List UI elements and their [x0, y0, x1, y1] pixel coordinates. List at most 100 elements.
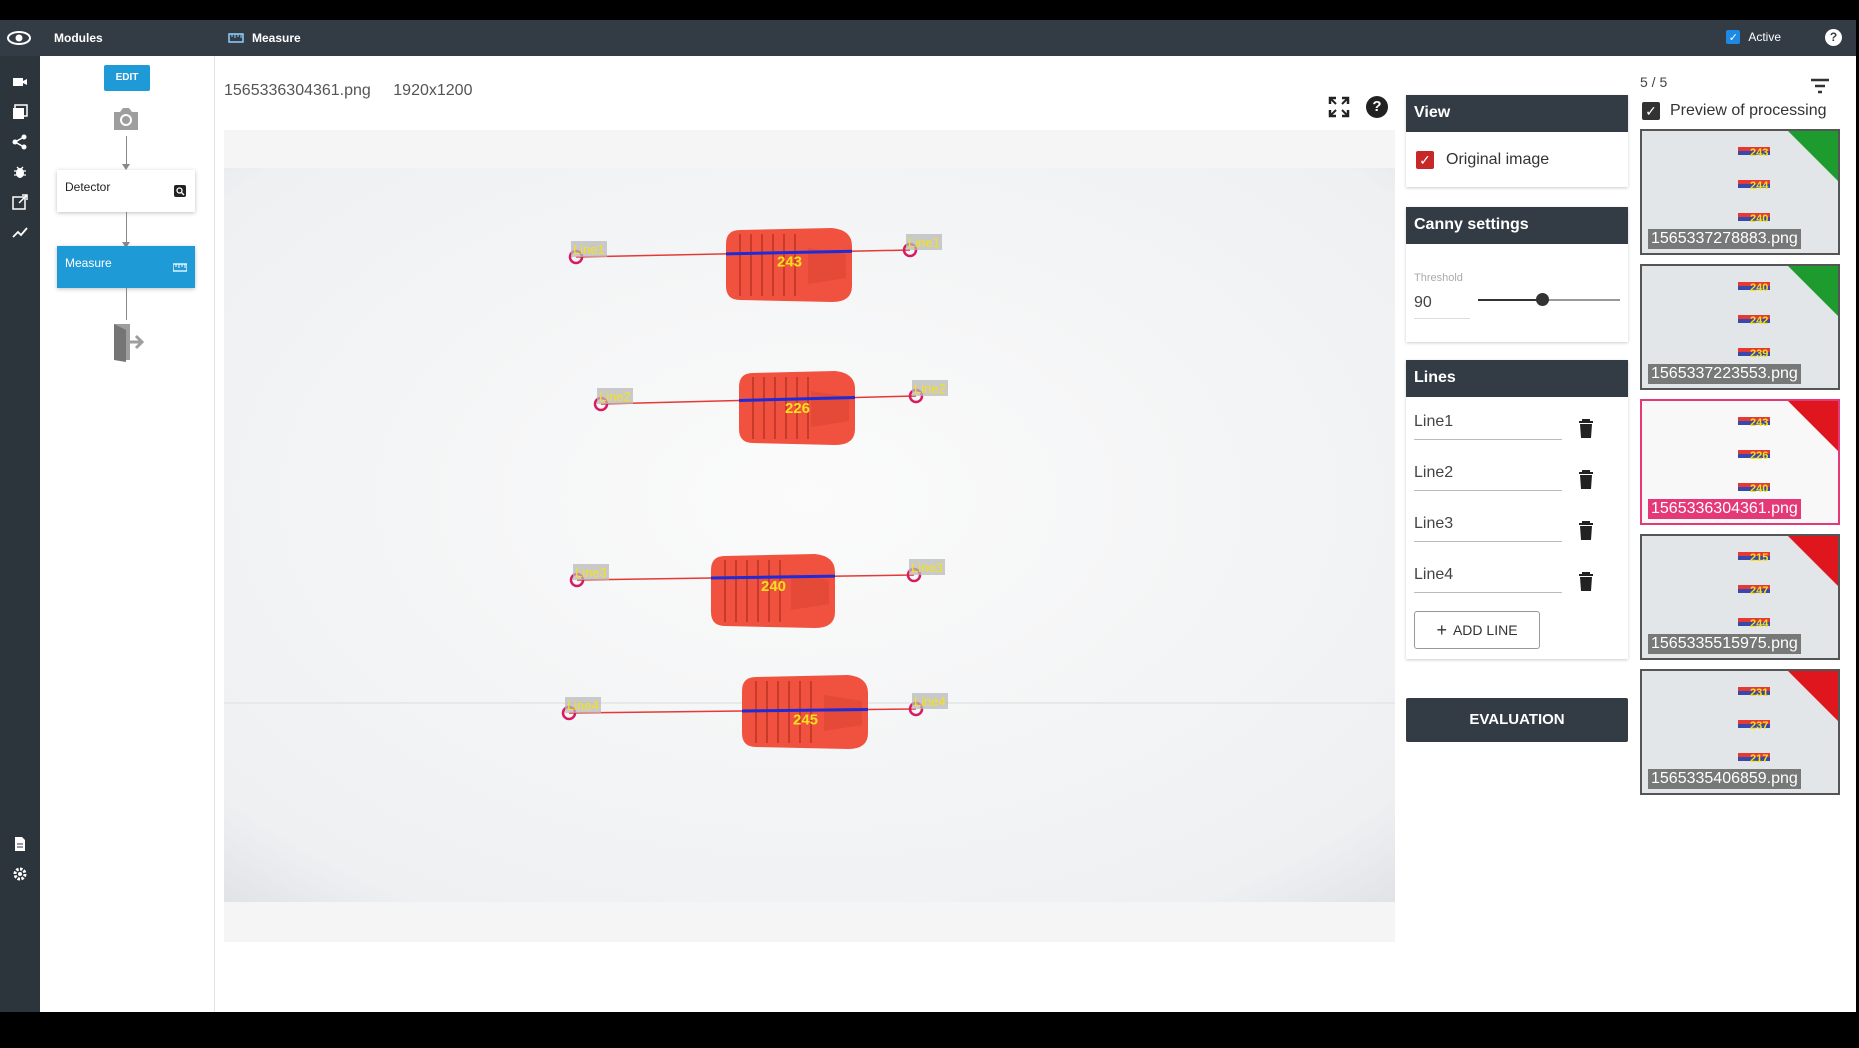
pipeline-node-measure[interactable]: Measure — [57, 246, 195, 288]
canny-panel-title: Canny settings — [1406, 207, 1628, 244]
help-icon[interactable]: ? — [1825, 29, 1842, 46]
threshold-label: Threshold — [1414, 272, 1463, 284]
thumbnail-measure-value: 215 — [1750, 552, 1769, 564]
pipeline-connector — [126, 288, 127, 320]
thumbnail-measure-value: 243 — [1750, 417, 1769, 429]
node-label: Detector — [65, 180, 111, 194]
lines-panel: Lines Line1 Line2 Line3 Line4 + ADD LINE — [1406, 360, 1628, 659]
page-counter: 5 / 5 — [1640, 74, 1668, 90]
line-end-label: Line3 — [911, 560, 943, 575]
external-link-icon[interactable] — [12, 194, 28, 210]
image-help-icon[interactable]: ? — [1366, 96, 1388, 118]
line-end-label: Line4 — [914, 694, 946, 709]
original-image-checkbox[interactable]: ✓ — [1416, 150, 1434, 169]
thumbnail-measure-value: 240 — [1750, 483, 1769, 495]
pipeline-connector — [126, 212, 127, 244]
pipeline-connector — [126, 136, 127, 166]
line-item: Line3 — [1406, 499, 1628, 550]
threshold-slider-thumb[interactable] — [1535, 293, 1549, 306]
chart-line-icon[interactable] — [12, 224, 28, 240]
ruler-icon — [228, 33, 244, 43]
pass-status-corner — [1788, 131, 1838, 181]
measure-value: 240 — [761, 578, 786, 595]
lines-panel-title: Lines — [1406, 360, 1628, 397]
thumbnail-card[interactable]: 215 247 244 1565335515975.png — [1640, 534, 1840, 660]
delete-icon[interactable] — [1578, 521, 1594, 540]
threshold-slider-fill — [1478, 299, 1542, 301]
line-name-field[interactable]: Line3 — [1414, 515, 1562, 542]
thumbnail-measure-value: 243 — [1750, 147, 1769, 159]
thumbnail-card[interactable]: 243 244 240 1565337278883.png — [1640, 129, 1840, 255]
filter-icon[interactable] — [1810, 78, 1830, 94]
ruler-icon — [173, 263, 187, 272]
add-line-button[interactable]: + ADD LINE — [1414, 611, 1540, 649]
line-end-label: Line2 — [914, 381, 946, 396]
add-line-label: ADD LINE — [1452, 622, 1518, 638]
boot-tab — [824, 695, 862, 731]
thumbnail-measure-value: 247 — [1750, 585, 1769, 597]
active-toggle[interactable]: ✓ Active — [1726, 30, 1781, 44]
thumbnail-filename: 1565337223553.png — [1648, 364, 1801, 384]
line-item: Line2 — [1406, 448, 1628, 499]
thumbnail-filename: 1565335515975.png — [1648, 634, 1801, 654]
node-label: Measure — [65, 256, 112, 270]
image-filename: 1565336304361.png — [224, 82, 371, 99]
thumbnail-measure-value: 217 — [1750, 753, 1769, 765]
exit-door-icon[interactable] — [110, 322, 146, 362]
view-panel: View ✓ Original image — [1406, 95, 1628, 187]
share-icon[interactable] — [12, 134, 28, 150]
thumbnail-measure-value: 244 — [1750, 180, 1769, 192]
line-start-label: Line4 — [567, 698, 599, 713]
thumbnail-card[interactable]: 240 242 239 1565337223553.png — [1640, 264, 1840, 390]
line-end-label: Line1 — [908, 235, 940, 250]
boot-tab — [791, 574, 829, 610]
document-icon[interactable] — [12, 836, 28, 852]
thumbnail-card[interactable]: 231 237 217 1565335406859.png — [1640, 669, 1840, 795]
line-name-field[interactable]: Line2 — [1414, 464, 1562, 491]
original-image-label: Original image — [1446, 150, 1550, 168]
pipeline-node-detector[interactable]: Detector — [57, 170, 195, 212]
fullscreen-icon[interactable] — [1328, 96, 1350, 118]
image-info: 1565336304361.png 1920x1200 — [224, 82, 490, 100]
thumbnail-measure-value: 244 — [1750, 618, 1769, 630]
fail-status-corner — [1788, 671, 1838, 721]
thumbnail-measure-value: 237 — [1750, 720, 1769, 732]
threshold-input[interactable]: 90 — [1414, 294, 1470, 319]
line-start-label: Line2 — [599, 389, 631, 404]
camera-icon[interactable] — [12, 74, 28, 90]
nav-rail — [0, 56, 40, 1012]
eye-logo-icon[interactable] — [6, 28, 32, 48]
modules-title: Modules — [54, 31, 103, 45]
line-item: Line1 — [1406, 397, 1628, 448]
original-image-toggle[interactable]: ✓ Original image — [1406, 132, 1628, 187]
active-checkbox[interactable]: ✓ — [1726, 30, 1741, 44]
measure-value: 243 — [777, 254, 802, 271]
line-name-field[interactable]: Line1 — [1414, 413, 1562, 440]
delete-icon[interactable] — [1578, 419, 1594, 438]
line-start-label: Line3 — [575, 565, 607, 580]
preview-toggle[interactable]: ✓ Preview of processing — [1642, 102, 1827, 120]
thumbnail-filename: 1565335406859.png — [1648, 769, 1801, 789]
preview-checkbox[interactable]: ✓ — [1642, 102, 1660, 120]
camera-source-icon[interactable] — [110, 104, 142, 134]
pipeline-panel: EDIT Detector Measure — [40, 56, 215, 1012]
thumbnail-filename: 1565337278883.png — [1648, 229, 1801, 249]
bug-icon[interactable] — [12, 164, 28, 180]
delete-icon[interactable] — [1578, 470, 1594, 489]
image-viewer[interactable]: Line1 Line1 243 Line2 Line2 226 Line3 Line3 240 L… — [224, 130, 1395, 942]
line-name-field[interactable]: Line4 — [1414, 566, 1562, 593]
app-window: Modules Measure ✓ Active ? EDIT Detector — [0, 20, 1856, 1012]
delete-icon[interactable] — [1578, 572, 1594, 591]
top-bar: Modules Measure ✓ Active ? — [0, 20, 1856, 56]
thumbnail-filename: 1565336304361.png — [1648, 499, 1801, 519]
gallery-icon[interactable] — [12, 104, 28, 120]
evaluation-button[interactable]: EVALUATION — [1406, 698, 1628, 742]
edit-button[interactable]: EDIT — [104, 65, 150, 91]
canny-panel: Canny settings Threshold 90 — [1406, 207, 1628, 342]
thumbnail-measure-value: 240 — [1750, 213, 1769, 225]
gear-icon[interactable] — [12, 866, 28, 882]
module-tab-measure[interactable]: Measure — [228, 31, 301, 45]
measurement-image[interactable]: Line1 Line1 243 Line2 Line2 226 Line3 Line3 240 L… — [224, 168, 1395, 902]
thumbnail-card[interactable]: 243 226 240 1565336304361.png — [1640, 399, 1840, 525]
measure-value: 245 — [793, 711, 818, 728]
